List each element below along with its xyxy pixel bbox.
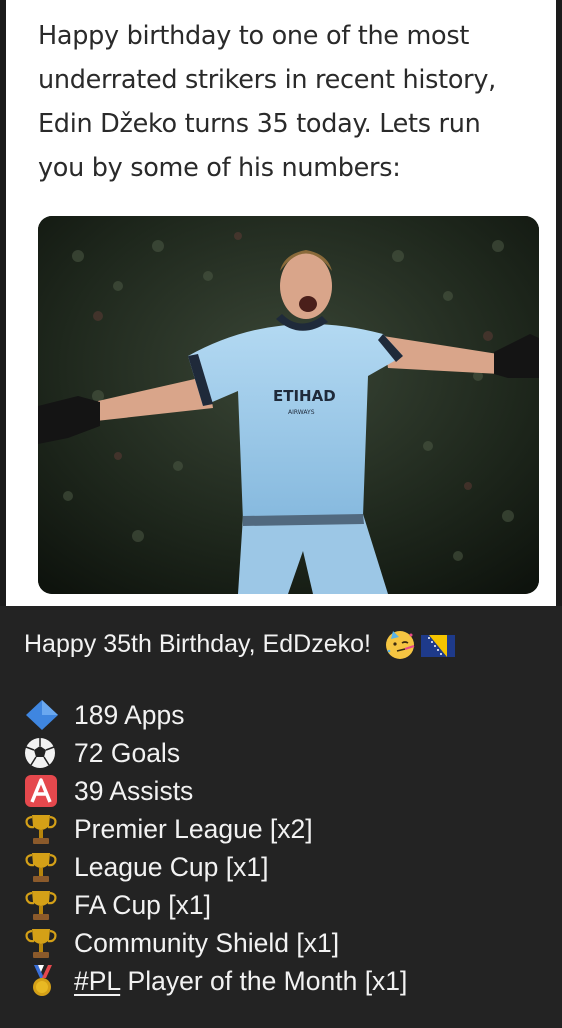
- trophy-icon: [22, 850, 62, 884]
- blue-diamond-icon: [22, 698, 62, 732]
- right-edge: [556, 0, 562, 606]
- a-button-icon: [22, 774, 62, 808]
- stat-text: Community Shield [x1]: [74, 927, 340, 958]
- tweet-text-line: you by some of his numbers:: [38, 153, 401, 183]
- stat-league-cup: League Cup [x1]: [22, 848, 407, 886]
- hashtag-link[interactable]: #PL: [74, 966, 120, 996]
- stat-text: Premier League [x2]: [74, 813, 313, 844]
- tweet-photo[interactable]: ETIHAD AIRWAYS: [38, 216, 539, 594]
- message-title-text: Happy 35th Birthday, EdDzeko!: [24, 630, 371, 658]
- stat-apps: 189 Apps: [22, 696, 407, 734]
- message-title: Happy 35th Birthday, EdDzeko!: [24, 624, 455, 664]
- stat-text-rest: Player of the Month [x1]: [120, 965, 408, 996]
- trophy-icon: [22, 888, 62, 922]
- stat-text: 72 Goals: [74, 737, 181, 768]
- stat-player-of-month: #PL Player of the Month [x1]: [22, 962, 407, 1000]
- trophy-icon: [22, 926, 62, 960]
- footballer-celebration-image: ETIHAD AIRWAYS: [38, 216, 539, 594]
- tweet-text-line: Edin Džeko turns 35 today. Lets run: [38, 109, 481, 139]
- stats-list: 189 Apps 72 Goals 39 Assists Premier Lea…: [22, 696, 407, 1000]
- stat-fa-cup: FA Cup [x1]: [22, 886, 407, 924]
- message-panel: Happy 35th Birthday, EdDzeko! 189 Apps 7…: [0, 606, 562, 1028]
- stat-goals: 72 Goals: [22, 734, 407, 772]
- stat-assists: 39 Assists: [22, 772, 407, 810]
- stat-text: #PL Player of the Month [x1]: [74, 966, 407, 997]
- kit-sponsor-subtext: AIRWAYS: [288, 409, 315, 416]
- soccer-ball-icon: [22, 736, 62, 770]
- stat-community-shield: Community Shield [x1]: [22, 924, 407, 962]
- stat-text: 39 Assists: [74, 775, 194, 806]
- tweet-text-line: Happy birthday to one of the most: [38, 21, 470, 51]
- partying-face-icon: [383, 627, 417, 661]
- tweet-card: Happy birthday to one of the most underr…: [6, 0, 556, 606]
- stat-text: FA Cup [x1]: [74, 889, 211, 920]
- bosnia-flag-icon: [420, 631, 455, 657]
- medal-icon: [22, 964, 62, 998]
- kit-sponsor-text: ETIHAD: [273, 387, 336, 405]
- stat-text: 189 Apps: [74, 699, 185, 730]
- trophy-icon: [22, 812, 62, 846]
- tweet-text-line: underrated strikers in recent history,: [38, 65, 496, 95]
- tweet-text: Happy birthday to one of the most underr…: [38, 14, 528, 190]
- stat-text: League Cup [x1]: [74, 851, 269, 882]
- stat-premier-league: Premier League [x2]: [22, 810, 407, 848]
